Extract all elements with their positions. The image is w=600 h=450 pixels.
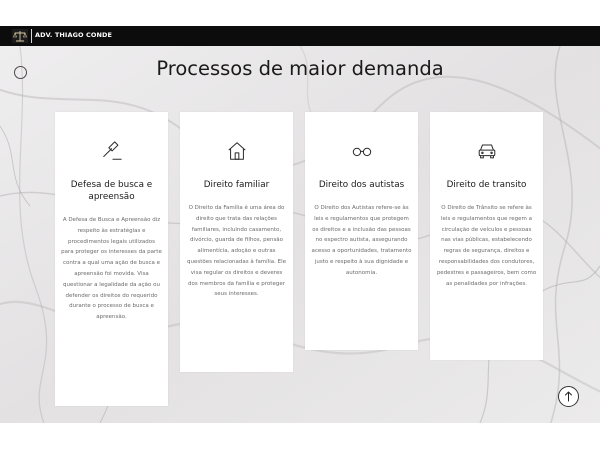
card-description: A Defesa de Busca e Apreensão diz respei… <box>61 217 162 321</box>
gavel-icon <box>103 141 122 160</box>
scales-of-justice-logo[interactable] <box>12 29 28 43</box>
brand-name[interactable]: ADV. THIAGO CONDE <box>35 31 112 39</box>
top-bar: ADV. THIAGO CONDE <box>0 26 600 46</box>
scroll-to-top-button[interactable] <box>558 386 579 407</box>
car-icon <box>478 144 496 159</box>
card-title: Direito familiar <box>203 180 270 190</box>
service-card-busca-apreensao: Defesa de busca e apreensão A Defesa de … <box>55 112 168 406</box>
service-card-direito-autistas: Direito dos autistas O Direito dos Autis… <box>305 112 418 350</box>
card-description: O Direito dos Autistas refere-se às leis… <box>311 205 412 276</box>
page-title: Processos de maior demanda <box>156 57 444 80</box>
card-title: Defesa de busca e apreensão <box>70 180 153 202</box>
card-title: Direito de transito <box>446 180 527 190</box>
card-description: O Direito de Trânsito se refere às leis … <box>436 205 537 287</box>
arrow-up-icon <box>565 391 572 402</box>
glasses-icon <box>352 147 372 157</box>
card-title: Direito dos autistas <box>318 180 405 190</box>
card-description: O Direito da Família é uma área do direi… <box>186 205 287 298</box>
service-card-direito-transito: Direito de transito O Direito de Trânsit… <box>430 112 543 360</box>
service-card-direito-familiar: Direito familiar O Direito da Família é … <box>180 112 293 372</box>
house-icon <box>228 142 246 160</box>
brand-divider <box>31 29 32 43</box>
